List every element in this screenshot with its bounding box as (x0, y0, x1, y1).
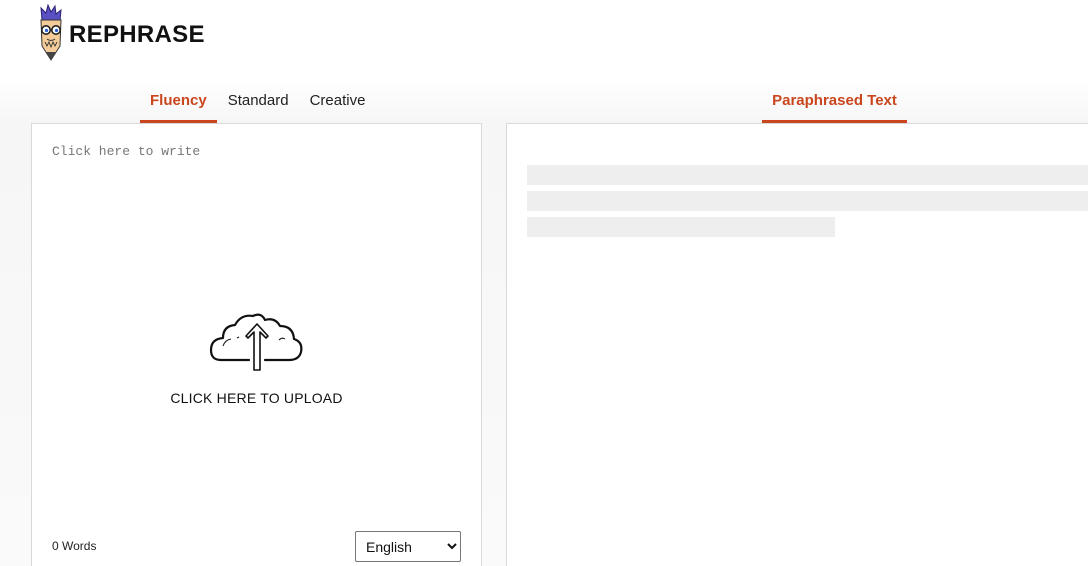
text-input[interactable] (52, 144, 462, 204)
tab-paraphrased-text[interactable]: Paraphrased Text (762, 80, 907, 123)
tab-fluency[interactable]: Fluency (140, 80, 217, 123)
pencil-mascot-icon (40, 4, 62, 61)
loading-skeleton-line (527, 191, 1088, 211)
upload-label: CLICK HERE TO UPLOAD (170, 390, 343, 406)
tab-creative[interactable]: Creative (300, 80, 376, 123)
tab-standard[interactable]: Standard (218, 80, 299, 123)
cloud-upload-icon (209, 313, 302, 371)
upload-area[interactable]: CLICK HERE TO UPLOAD (32, 310, 481, 406)
brand-name: REPHRASE (69, 21, 205, 48)
loading-skeleton-line (527, 165, 1088, 185)
loading-skeleton-line (527, 217, 835, 237)
page: REPHRASE Fluency Standard Creative Parap… (0, 0, 1088, 566)
word-count: 0 Words (52, 539, 97, 553)
output-panel (506, 123, 1088, 566)
input-panel: CLICK HERE TO UPLOAD 0 Words English (31, 123, 482, 566)
language-select[interactable]: English (355, 531, 461, 562)
brand-logo[interactable]: REPHRASE (36, 4, 205, 62)
mode-tabs: Fluency Standard Creative (140, 80, 375, 124)
